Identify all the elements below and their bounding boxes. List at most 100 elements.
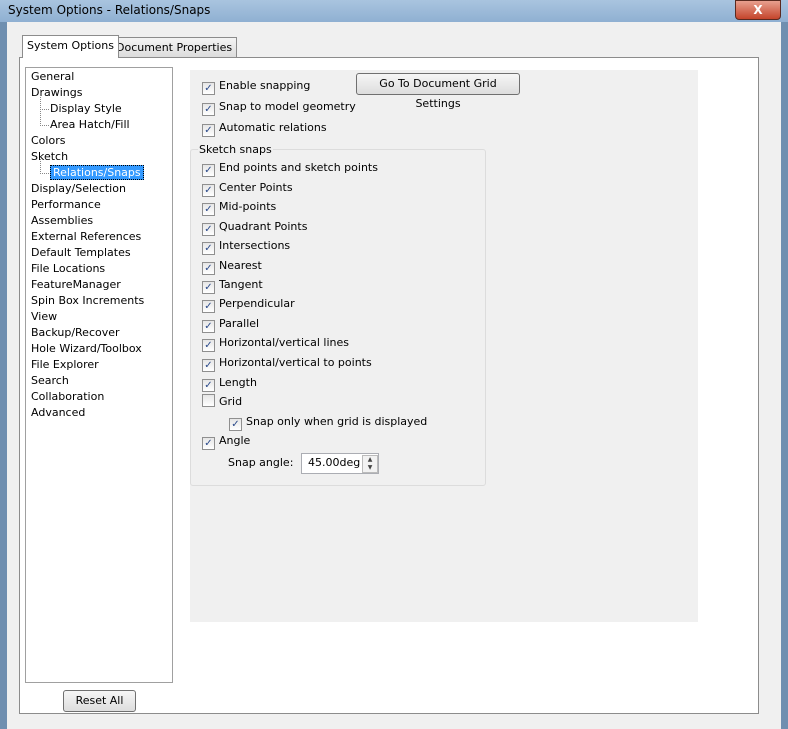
checkbox-checked-icon[interactable]: ✓ <box>202 379 215 392</box>
tree-item-label: Assemblies <box>31 214 94 227</box>
checkbox-option[interactable]: ✓ Angle <box>202 433 250 450</box>
checkbox-checked-icon[interactable]: ✓ <box>202 262 215 275</box>
tree-item-label: General <box>31 70 75 83</box>
checkbox-label: Nearest <box>219 259 262 272</box>
checkbox-label: Tangent <box>219 278 263 291</box>
checkbox-checked-icon[interactable]: ✓ <box>202 339 215 352</box>
checkbox-checked-icon[interactable]: ✓ <box>202 164 215 177</box>
sketch-snaps-label: Sketch snaps <box>198 143 273 156</box>
tree-item[interactable]: General <box>31 69 74 85</box>
checkbox-option[interactable]: ✓ Tangent <box>202 277 263 294</box>
checkbox-label: Grid <box>219 395 243 408</box>
tree-item-label: FeatureManager <box>31 278 121 291</box>
checkbox-checked-icon[interactable]: ✓ <box>202 242 215 255</box>
tree-item[interactable]: Colors <box>31 133 65 149</box>
tree-item-label: Spin Box Increments <box>31 294 145 307</box>
checkbox-option[interactable]: ✓ Snap to model geometry <box>202 99 356 116</box>
tree-item-label: Relations/Snaps <box>50 165 144 180</box>
checkbox-label: Quadrant Points <box>219 220 308 233</box>
tree-item[interactable]: File Explorer <box>31 357 99 373</box>
tree-item-label: File Locations <box>31 262 106 275</box>
tree-item[interactable]: FeatureManager <box>31 277 121 293</box>
tree-item[interactable]: Area Hatch/Fill <box>40 109 130 133</box>
tree-item-label: View <box>31 310 58 323</box>
checkbox-label: Enable snapping <box>219 79 311 92</box>
tree-item-label: Collaboration <box>31 390 105 403</box>
tree-item[interactable]: Drawings <box>31 85 82 101</box>
tree-item[interactable]: Spin Box Increments <box>31 293 144 309</box>
checkbox-label: Snap to model geometry <box>219 100 356 113</box>
checkbox-checked-icon[interactable]: ✓ <box>202 320 215 333</box>
options-tree[interactable]: General Drawings Display Style Area Hatch/F… <box>25 67 173 683</box>
tab-document-properties[interactable]: Document Properties <box>111 37 238 57</box>
checkbox-option[interactable]: ✓ Horizontal/vertical lines <box>202 335 349 352</box>
tree-item-label: Display Style <box>50 102 122 115</box>
checkbox-checked-icon[interactable]: ✓ <box>202 82 215 95</box>
checkbox-checked-icon[interactable]: ✓ <box>202 103 215 116</box>
checkbox-label: Perpendicular <box>219 297 295 310</box>
checkbox-option[interactable]: ✓ Mid-points <box>202 199 277 216</box>
close-button[interactable]: X <box>735 0 781 20</box>
checkbox-option[interactable]: ✓ Perpendicular <box>202 296 295 313</box>
tree-item-label: File Explorer <box>31 358 99 371</box>
tree-item[interactable]: Sketch <box>31 149 68 165</box>
checkbox-option[interactable]: ✓ Center Points <box>202 180 293 197</box>
tree-item-label: Drawings <box>31 86 83 99</box>
tree-item[interactable]: Collaboration <box>31 389 104 405</box>
checkbox-label: Snap only when grid is displayed <box>246 415 428 428</box>
checkbox-option[interactable]: ✓ Snap only when grid is displayed <box>229 414 428 431</box>
tree-item[interactable]: Assemblies <box>31 213 93 229</box>
tree-item-label: Search <box>31 374 69 387</box>
spin-arrows-icon[interactable]: ▲ ▼ <box>362 455 378 473</box>
go-to-grid-settings-button[interactable]: Go To Document Grid Settings <box>356 73 520 110</box>
tree-item[interactable]: Hole Wizard/Toolbox <box>31 341 142 357</box>
tree-item-label: Hole Wizard/Toolbox <box>31 342 142 355</box>
snap-angle-value[interactable]: 45.00deg <box>308 456 360 469</box>
checkbox-checked-icon[interactable]: ✓ <box>202 437 215 450</box>
checkbox-checked-icon[interactable]: ✓ <box>202 203 215 216</box>
tree-item[interactable]: Relations/Snaps <box>40 157 144 181</box>
checkbox-option[interactable]: ✓ End points and sketch points <box>202 160 378 177</box>
tree-item[interactable]: Advanced <box>31 405 85 421</box>
checkbox-option[interactable]: ✓ Quadrant Points <box>202 219 308 236</box>
checkbox-checked-icon[interactable]: ✓ <box>202 300 215 313</box>
checkbox-checked-icon[interactable]: ✓ <box>202 281 215 294</box>
checkbox-checked-icon[interactable]: ✓ <box>202 184 215 197</box>
tree-item-label: Colors <box>31 134 66 147</box>
checkbox-label: Mid-points <box>219 200 277 213</box>
tab-system-options[interactable]: System Options <box>22 35 119 58</box>
tree-item[interactable]: Backup/Recover <box>31 325 120 341</box>
tree-item[interactable]: Default Templates <box>31 245 131 261</box>
checkbox-label: Intersections <box>219 239 291 252</box>
tree-item[interactable]: View <box>31 309 57 325</box>
checkbox-checked-icon[interactable]: ✓ <box>202 359 215 372</box>
snap-angle-label: Snap angle: <box>228 456 294 469</box>
checkbox-unchecked-icon[interactable] <box>202 394 215 407</box>
checkbox-option[interactable]: ✓ Intersections <box>202 238 291 255</box>
tree-item-label: Advanced <box>31 406 86 419</box>
checkbox-label: Horizontal/vertical to points <box>219 356 372 369</box>
tree-item[interactable]: Search <box>31 373 69 389</box>
checkbox-option[interactable]: ✓ Enable snapping <box>202 78 311 95</box>
tree-item-label: Backup/Recover <box>31 326 120 339</box>
checkbox-option[interactable]: Grid <box>202 394 242 410</box>
checkbox-label: Automatic relations <box>219 121 327 134</box>
checkbox-option[interactable]: ✓ Automatic relations <box>202 120 327 137</box>
window-title: System Options - Relations/Snaps <box>8 3 211 17</box>
checkbox-option[interactable]: ✓ Parallel <box>202 316 259 333</box>
checkbox-checked-icon[interactable]: ✓ <box>202 124 215 137</box>
checkbox-option[interactable]: ✓ Length <box>202 375 257 392</box>
checkbox-checked-icon[interactable]: ✓ <box>229 418 242 431</box>
tree-item[interactable]: Display/Selection <box>31 181 126 197</box>
checkbox-option[interactable]: ✓ Horizontal/vertical to points <box>202 355 372 372</box>
checkbox-option[interactable]: ✓ Nearest <box>202 258 262 275</box>
tree-item[interactable]: Performance <box>31 197 101 213</box>
snap-angle-spinbox[interactable]: 45.00deg ▲ ▼ <box>301 453 379 474</box>
tree-item[interactable]: External References <box>31 229 141 245</box>
tree-item-label: Performance <box>31 198 101 211</box>
checkbox-checked-icon[interactable]: ✓ <box>202 223 215 236</box>
tree-item-label: Display/Selection <box>31 182 126 195</box>
reset-all-button[interactable]: Reset All <box>63 690 136 712</box>
tree-item[interactable]: Display Style <box>40 93 122 117</box>
tree-item[interactable]: File Locations <box>31 261 105 277</box>
